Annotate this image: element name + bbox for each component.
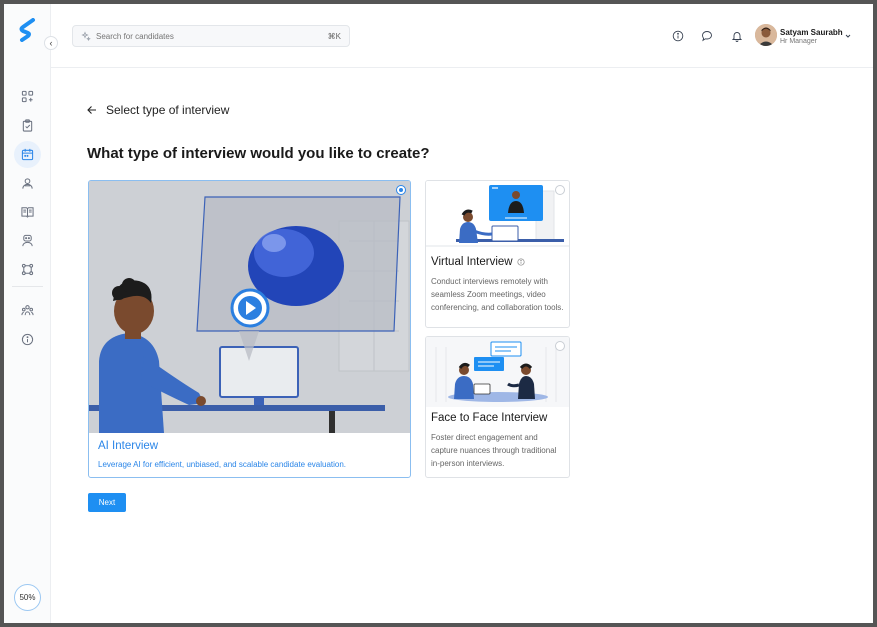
- ai-interview-radio[interactable]: [396, 185, 406, 195]
- sidebar-divider: [12, 286, 43, 287]
- bell-icon: [731, 32, 743, 42]
- chevron-down-icon[interactable]: [844, 32, 852, 40]
- profile-completion-badge[interactable]: 50%: [14, 584, 41, 611]
- sparkle-search-icon: [81, 31, 91, 41]
- app-logo[interactable]: [17, 18, 39, 42]
- sidebar-item-candidates[interactable]: [14, 170, 41, 197]
- dashboard-icon: [21, 90, 34, 103]
- virtual-interview-title: Virtual Interview: [431, 256, 525, 268]
- chevron-left-icon: ‹: [49, 38, 53, 48]
- sidebar-item-tasks[interactable]: [14, 112, 41, 139]
- workflow-icon: [21, 263, 34, 276]
- virtual-interview-illustration: [426, 181, 569, 251]
- virtual-interview-description: Conduct interviews remotely with seamles…: [431, 277, 564, 312]
- search-input[interactable]: [96, 31, 328, 41]
- messages-button[interactable]: [701, 30, 713, 42]
- ai-interview-card[interactable]: AI Interview Leverage AI for efficient, …: [88, 180, 411, 478]
- virtual-interview-radio[interactable]: [555, 185, 565, 195]
- ai-interview-illustration: [89, 181, 410, 433]
- info-circle-icon: [672, 30, 684, 42]
- face-to-face-interview-card[interactable]: Face to Face Interview Foster direct eng…: [425, 336, 570, 478]
- user-name[interactable]: Satyam Saurabh: [780, 28, 843, 37]
- face-to-face-interview-radio[interactable]: [555, 341, 565, 351]
- virtual-interview-card[interactable]: Virtual Interview Conduct interviews rem…: [425, 180, 570, 328]
- team-icon: [21, 305, 34, 316]
- user-badge-icon: [22, 234, 33, 247]
- clipboard-check-icon: [22, 119, 33, 132]
- sidebar-item-team[interactable]: [14, 297, 41, 324]
- app-window: 50% ‹ ⌘K: [4, 4, 873, 623]
- book-icon: [21, 207, 34, 218]
- chat-bubble-icon: [702, 31, 712, 42]
- ai-interview-description: Leverage AI for efficient, unbiased, and…: [98, 460, 347, 469]
- sidebar-item-dashboard[interactable]: [14, 83, 41, 110]
- users-icon: [22, 178, 33, 189]
- face-to-face-illustration: [426, 337, 569, 407]
- user-role: Hr Manager: [780, 38, 817, 45]
- interview-type-question: What type of interview would you like to…: [87, 145, 430, 162]
- sidebar-item-help[interactable]: [14, 326, 41, 353]
- notifications-button[interactable]: [731, 30, 743, 42]
- ai-interview-title: AI Interview: [98, 440, 159, 452]
- user-avatar[interactable]: [755, 24, 777, 46]
- sidebar-item-workflows[interactable]: [14, 256, 41, 283]
- sidebar-collapse-button[interactable]: ‹: [44, 36, 58, 50]
- virtual-interview-title-text: Virtual Interview: [431, 256, 513, 268]
- next-button[interactable]: Next: [88, 493, 126, 512]
- sidebar-item-interviewers[interactable]: [14, 227, 41, 254]
- sidebar-item-interviews[interactable]: [14, 141, 41, 168]
- top-header: ⌘K Satyam Saurabh Hr Manag: [51, 4, 873, 68]
- back-arrow-icon[interactable]: [86, 104, 98, 116]
- info-circle-icon[interactable]: [517, 258, 525, 266]
- page-title: Select type of interview: [106, 103, 230, 117]
- face-to-face-interview-title: Face to Face Interview: [431, 412, 548, 424]
- info-button[interactable]: [672, 30, 684, 42]
- search-shortcut: ⌘K: [327, 31, 341, 41]
- calendar-icon: [21, 148, 34, 161]
- info-icon: [21, 333, 34, 346]
- page-header: Select type of interview: [86, 103, 229, 117]
- search-bar[interactable]: ⌘K: [72, 25, 350, 47]
- sidebar: 50%: [4, 4, 51, 623]
- face-to-face-interview-description: Foster direct engagement and capture nua…: [431, 433, 557, 468]
- sidebar-item-library[interactable]: [14, 198, 41, 225]
